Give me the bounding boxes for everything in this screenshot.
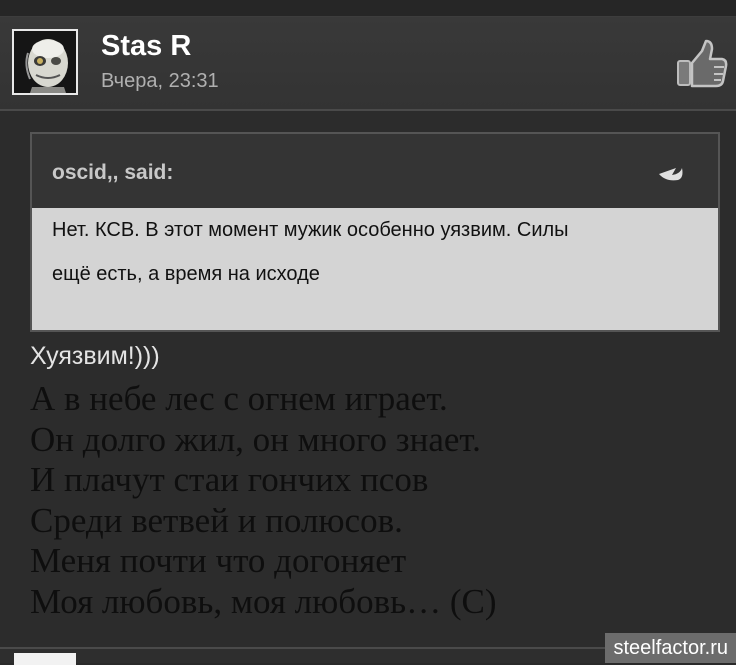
poem-line: А в небе лес с огнем играет. — [30, 379, 448, 418]
quote-line: ещё есть, а время на исходе — [52, 263, 320, 285]
quote-line: Нет. КСВ. В этот момент мужик особенно у… — [52, 219, 569, 241]
thumbs-up-icon — [677, 39, 728, 88]
next-post-avatar[interactable] — [14, 653, 76, 665]
poem-line: Меня почти что догоняет — [30, 541, 407, 581]
post-body: oscid,, said: Нет. КСВ. В этот момент му… — [0, 111, 736, 647]
reply-text: Хуязвим!))) — [30, 342, 160, 370]
poem-text: А в небе лес с огнем играет. Он долго жи… — [30, 379, 496, 623]
avatar[interactable] — [12, 29, 78, 95]
like-button[interactable] — [676, 39, 728, 89]
username[interactable]: Stas R — [101, 29, 191, 63]
post-header: Stas R Вчера, 23:31 — [0, 17, 736, 111]
quote-text: Нет. КСВ. В этот момент мужик особенно у… — [52, 208, 702, 296]
poem-line: И плачут стаи гончих псов — [30, 460, 429, 500]
quote-author[interactable]: oscid,, said: — [52, 161, 173, 185]
reply-arrow-icon — [659, 168, 683, 181]
poem-line: Моя любовь, моя любовь… (С) — [30, 581, 497, 621]
watermark: steelfactor.ru — [605, 633, 736, 663]
top-strip — [0, 0, 736, 17]
poem-line: Он долго жил, он много знает. — [30, 419, 481, 459]
poem-line: Среди ветвей и полюсов. — [30, 500, 403, 540]
quote-header: oscid,, said: — [32, 134, 718, 208]
quote-block: oscid,, said: Нет. КСВ. В этот момент му… — [30, 132, 720, 332]
quote-arrow-button[interactable] — [656, 160, 686, 186]
post-timestamp: Вчера, 23:31 — [101, 70, 219, 92]
avatar-image — [14, 31, 76, 93]
